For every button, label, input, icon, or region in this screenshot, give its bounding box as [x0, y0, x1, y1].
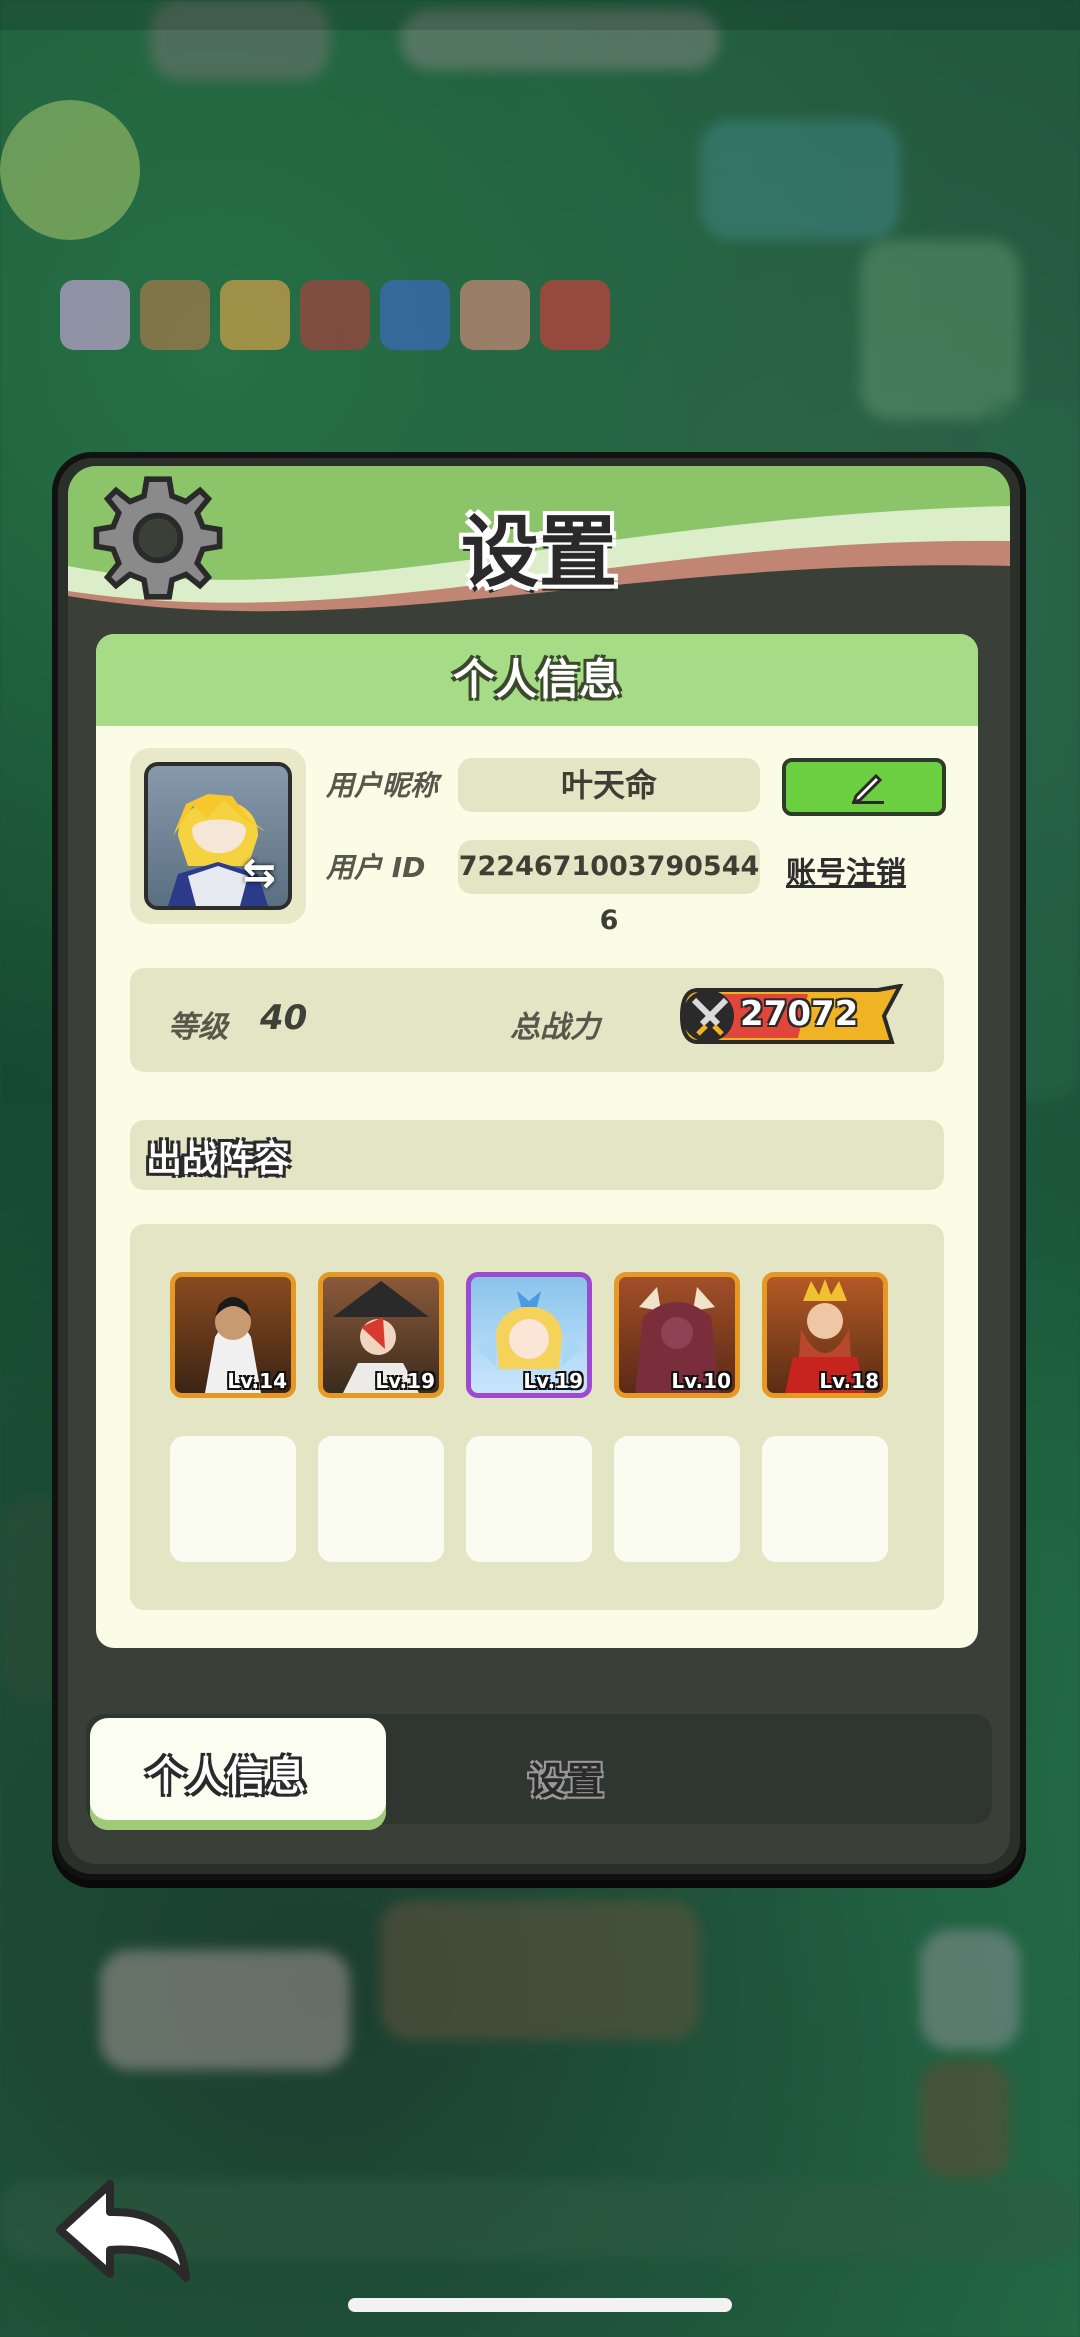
lineup-header: 出战阵容 — [130, 1120, 944, 1190]
empty-hero-slot[interactable] — [762, 1436, 888, 1562]
hud-event-icon[interactable] — [540, 280, 610, 350]
power-badge: 27072 — [678, 983, 904, 1048]
hud-event-icon[interactable] — [140, 280, 210, 350]
hero-level: Lv.18 — [819, 1369, 879, 1393]
hero-slot-3[interactable]: Lv.19 — [466, 1272, 592, 1398]
hero-level: Lv.19 — [523, 1369, 583, 1393]
personal-info-panel: 个人信息 ⇆ 用户昵称 叶天命 用户 ID 722467100379 — [96, 634, 978, 1648]
hero-level: Lv.19 — [375, 1369, 435, 1393]
power-label: 总战力 — [510, 1010, 600, 1045]
account-cancel-link[interactable]: 账号注销 — [786, 848, 906, 892]
hud-event-icon[interactable] — [60, 280, 130, 350]
pencil-icon — [851, 773, 884, 804]
nickname-field: 叶天命 — [458, 758, 760, 812]
sword-icon — [691, 997, 729, 1036]
status-bar — [0, 0, 1080, 30]
level-value: 40 — [260, 998, 308, 1038]
hud-event-icon[interactable] — [300, 280, 370, 350]
power-value: 27072 — [740, 994, 859, 1034]
hero-slot-5[interactable]: Lv.18 — [762, 1272, 888, 1398]
hud-event-icon[interactable] — [460, 280, 530, 350]
avatar-container[interactable]: ⇆ — [130, 748, 306, 924]
user-id-field: 7224671003790544​6 — [458, 840, 760, 936]
hud-event-icon[interactable] — [380, 280, 450, 350]
settings-modal: 设置 个人信息 ⇆ 用户昵称 叶天命 用户 ID 722467100379054… — [58, 458, 1020, 1874]
home-indicator[interactable] — [348, 2298, 732, 2312]
empty-hero-slot[interactable] — [466, 1436, 592, 1562]
hero-slot-4[interactable]: Lv.10 — [614, 1272, 740, 1398]
lineup-title: 出战阵容 — [146, 1139, 291, 1180]
hud-event-icon[interactable] — [220, 280, 290, 350]
tab-personal-info-label: 个人信息 — [146, 1754, 306, 1800]
edit-nickname-button[interactable] — [782, 758, 946, 816]
empty-hero-slot[interactable] — [614, 1436, 740, 1562]
gear-icon — [93, 476, 223, 600]
stats-row: 等级 40 总战力 27072 — [130, 968, 944, 1072]
lineup-grid: Lv.14 Lv.19 Lv.19 Lv.10 Lv.18 — [130, 1224, 944, 1610]
hero-slot-1[interactable]: Lv.14 — [170, 1272, 296, 1398]
id-label: 用户 ID — [326, 851, 426, 884]
swap-icon[interactable]: ⇆ — [242, 850, 276, 896]
hud-circle[interactable] — [0, 100, 140, 240]
hero-level: Lv.14 — [227, 1369, 287, 1393]
empty-hero-slot[interactable] — [318, 1436, 444, 1562]
hero-level: Lv.10 — [671, 1369, 731, 1393]
hero-slot-2[interactable]: Lv.19 — [318, 1272, 444, 1398]
level-label: 等级 — [168, 1010, 228, 1045]
back-arrow-icon[interactable] — [50, 2168, 200, 2288]
tab-settings[interactable]: 设置 — [528, 1750, 604, 1805]
modal-tabs: 个人信息 设置 — [86, 1714, 992, 1830]
tab-personal-info[interactable]: 个人信息 — [90, 1718, 386, 1830]
empty-hero-slot[interactable] — [170, 1436, 296, 1562]
avatar[interactable]: ⇆ — [144, 762, 292, 910]
panel-title: 个人信息 — [96, 634, 978, 726]
nickname-label: 用户昵称 — [326, 769, 439, 802]
